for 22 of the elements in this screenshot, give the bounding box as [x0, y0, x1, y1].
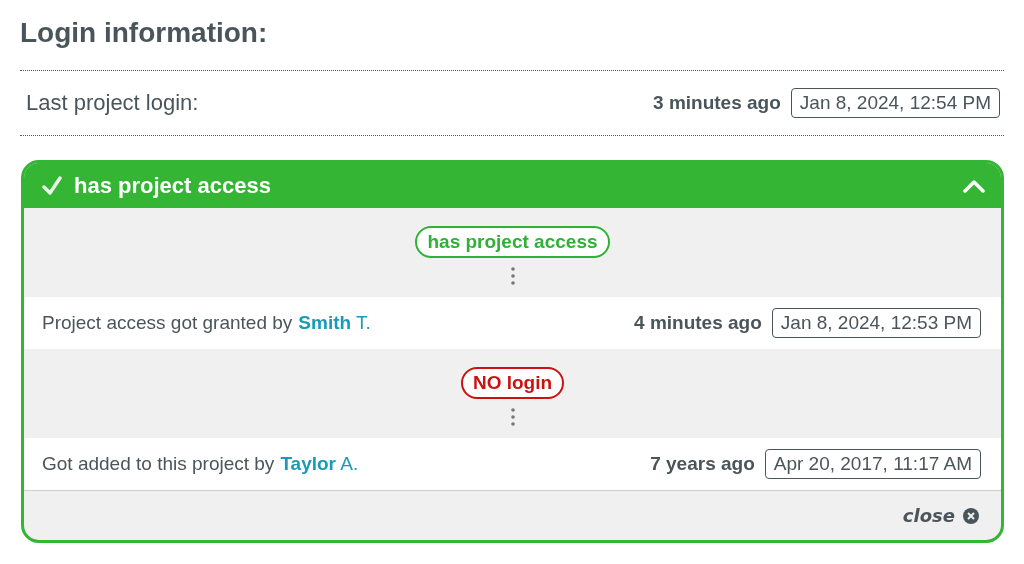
event-text: Got added to this project by: [42, 453, 275, 475]
timestamp: Jan 8, 2024, 12:53 PM: [771, 308, 981, 338]
event-text: Project access got granted by: [42, 312, 293, 334]
last-login-label: Last project login:: [26, 90, 199, 116]
relative-time: 7 years ago: [650, 453, 755, 475]
ellipsis-icon: [510, 265, 515, 286]
close-button[interactable]: close: [902, 505, 979, 526]
panel-title: has project access: [74, 172, 271, 199]
status-badge: NO login: [460, 366, 565, 399]
timestamp: Apr 20, 2017, 11:17 AM: [764, 449, 981, 479]
ellipsis-icon: [510, 406, 515, 427]
close-icon: [963, 507, 979, 524]
status-badge: has project access: [415, 225, 610, 258]
chevron-up-icon[interactable]: [963, 178, 985, 193]
check-icon: [42, 175, 62, 196]
relative-time: 4 minutes ago: [634, 312, 762, 334]
relative-time: 3 minutes ago: [653, 92, 781, 114]
user-link[interactable]: Taylor A.: [280, 453, 359, 475]
timestamp: Jan 8, 2024, 12:54 PM: [790, 88, 1000, 118]
user-link[interactable]: Smith T.: [298, 312, 371, 334]
section-heading: Login information:: [20, 16, 269, 50]
panel-header[interactable]: has project access: [24, 163, 1001, 208]
